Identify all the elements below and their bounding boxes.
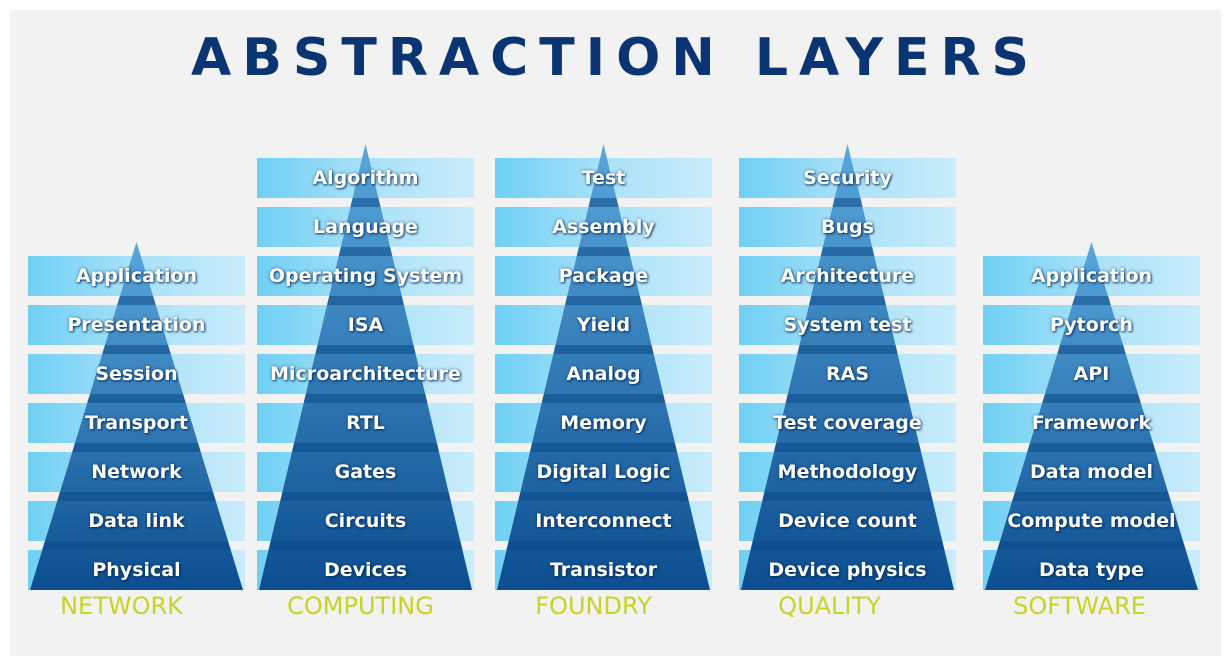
layer-label: Package: [558, 265, 649, 287]
layer-separator: [280, 492, 451, 501]
stack-foundry: Test Assembly Package Yield Analog Memory Digi…: [495, 0, 712, 666]
category-label: COMPUTING: [287, 592, 434, 620]
layer-label: Analog: [566, 363, 641, 385]
layer-separator: [832, 198, 863, 207]
layer-label: Circuits: [324, 510, 407, 532]
layer-separator: [518, 492, 689, 501]
layer-label: Digital Logic: [536, 461, 671, 483]
layer-separator: [785, 394, 910, 403]
layer-label: Test coverage: [773, 412, 922, 434]
stack-network: Application Presentation Session Transport N…: [28, 0, 245, 666]
layer-separator: [820, 247, 875, 256]
layer-separator: [797, 345, 898, 354]
layer-label: Operating System: [268, 265, 463, 287]
layer-separator: [576, 247, 631, 256]
layer-label: Device physics: [768, 559, 927, 581]
layer-label: Data type: [1038, 559, 1145, 581]
layer-label: Compute model: [1007, 510, 1176, 532]
layer-label: Gates: [334, 461, 397, 483]
layer-label: Device count: [778, 510, 917, 532]
layer-label: Interconnect: [535, 510, 672, 532]
layer-separator: [117, 296, 156, 305]
layer-separator: [1042, 394, 1141, 403]
layer-label: Data model: [1030, 461, 1153, 483]
layer-label: RTL: [346, 412, 385, 434]
layer-label: Bugs: [821, 216, 874, 238]
layer-label: Yield: [576, 314, 631, 336]
layer-label: Application: [1030, 265, 1153, 287]
layer-separator: [303, 394, 428, 403]
layer-separator: [588, 198, 619, 207]
layer-separator: [553, 345, 654, 354]
layer-separator: [338, 247, 393, 256]
layer-separator: [87, 394, 186, 403]
layer-separator: [1057, 345, 1126, 354]
layer-separator: [1012, 492, 1171, 501]
layer-separator: [315, 345, 416, 354]
layer-separator: [102, 345, 171, 354]
layer-label: Devices: [323, 559, 407, 581]
layer-separator: [773, 443, 922, 452]
stack-computing: Algorithm Language Operating System ISA Micr…: [257, 0, 474, 666]
layer-separator: [1072, 296, 1111, 305]
layer-label: Methodology: [777, 461, 918, 483]
layer-separator: [541, 394, 666, 403]
layer-separator: [506, 541, 701, 550]
layer-label: Data link: [88, 510, 185, 532]
layer-label: Transport: [84, 412, 188, 434]
layer-label: ISA: [347, 314, 384, 336]
layer-separator: [1027, 443, 1156, 452]
layer-label: Architecture: [780, 265, 915, 287]
layer-label: Test: [581, 167, 626, 189]
layer-label: Framework: [1031, 412, 1152, 434]
layer-label: RAS: [825, 363, 870, 385]
layer-separator: [327, 296, 404, 305]
layer-label: Language: [313, 216, 418, 238]
layer-label: Assembly: [552, 216, 655, 238]
layer-separator: [42, 541, 231, 550]
layer-label: API: [1073, 363, 1110, 385]
layer-separator: [291, 443, 440, 452]
layer-label: Algorithm: [312, 167, 419, 189]
layer-separator: [268, 541, 463, 550]
layer-label: Microarchitecture: [270, 363, 461, 385]
layer-label: Presentation: [67, 314, 206, 336]
layer-separator: [750, 541, 945, 550]
layer-label: Application: [75, 265, 198, 287]
layer-separator: [565, 296, 642, 305]
category-label: SOFTWARE: [1013, 592, 1146, 620]
layer-label: Physical: [92, 559, 181, 581]
stack-quality: Security Bugs Architecture System test RAS Te…: [739, 0, 956, 666]
category-label: NETWORK: [60, 592, 183, 620]
stack-software: Application Pytorch API Framework Data model…: [983, 0, 1200, 666]
layer-separator: [350, 198, 381, 207]
layer-label: Transistor: [549, 559, 658, 581]
layer-label: Security: [803, 167, 892, 189]
category-label: QUALITY: [778, 592, 881, 620]
layer-label: Session: [95, 363, 178, 385]
layer-label: System test: [783, 314, 912, 336]
layer-separator: [997, 541, 1186, 550]
layer-label: Memory: [560, 412, 647, 434]
layer-label: Pytorch: [1050, 314, 1133, 336]
layer-separator: [529, 443, 678, 452]
layer-separator: [809, 296, 886, 305]
layer-separator: [762, 492, 933, 501]
layer-label: Network: [91, 461, 182, 483]
category-label: FOUNDRY: [535, 592, 652, 620]
layer-separator: [72, 443, 201, 452]
layer-separator: [57, 492, 216, 501]
